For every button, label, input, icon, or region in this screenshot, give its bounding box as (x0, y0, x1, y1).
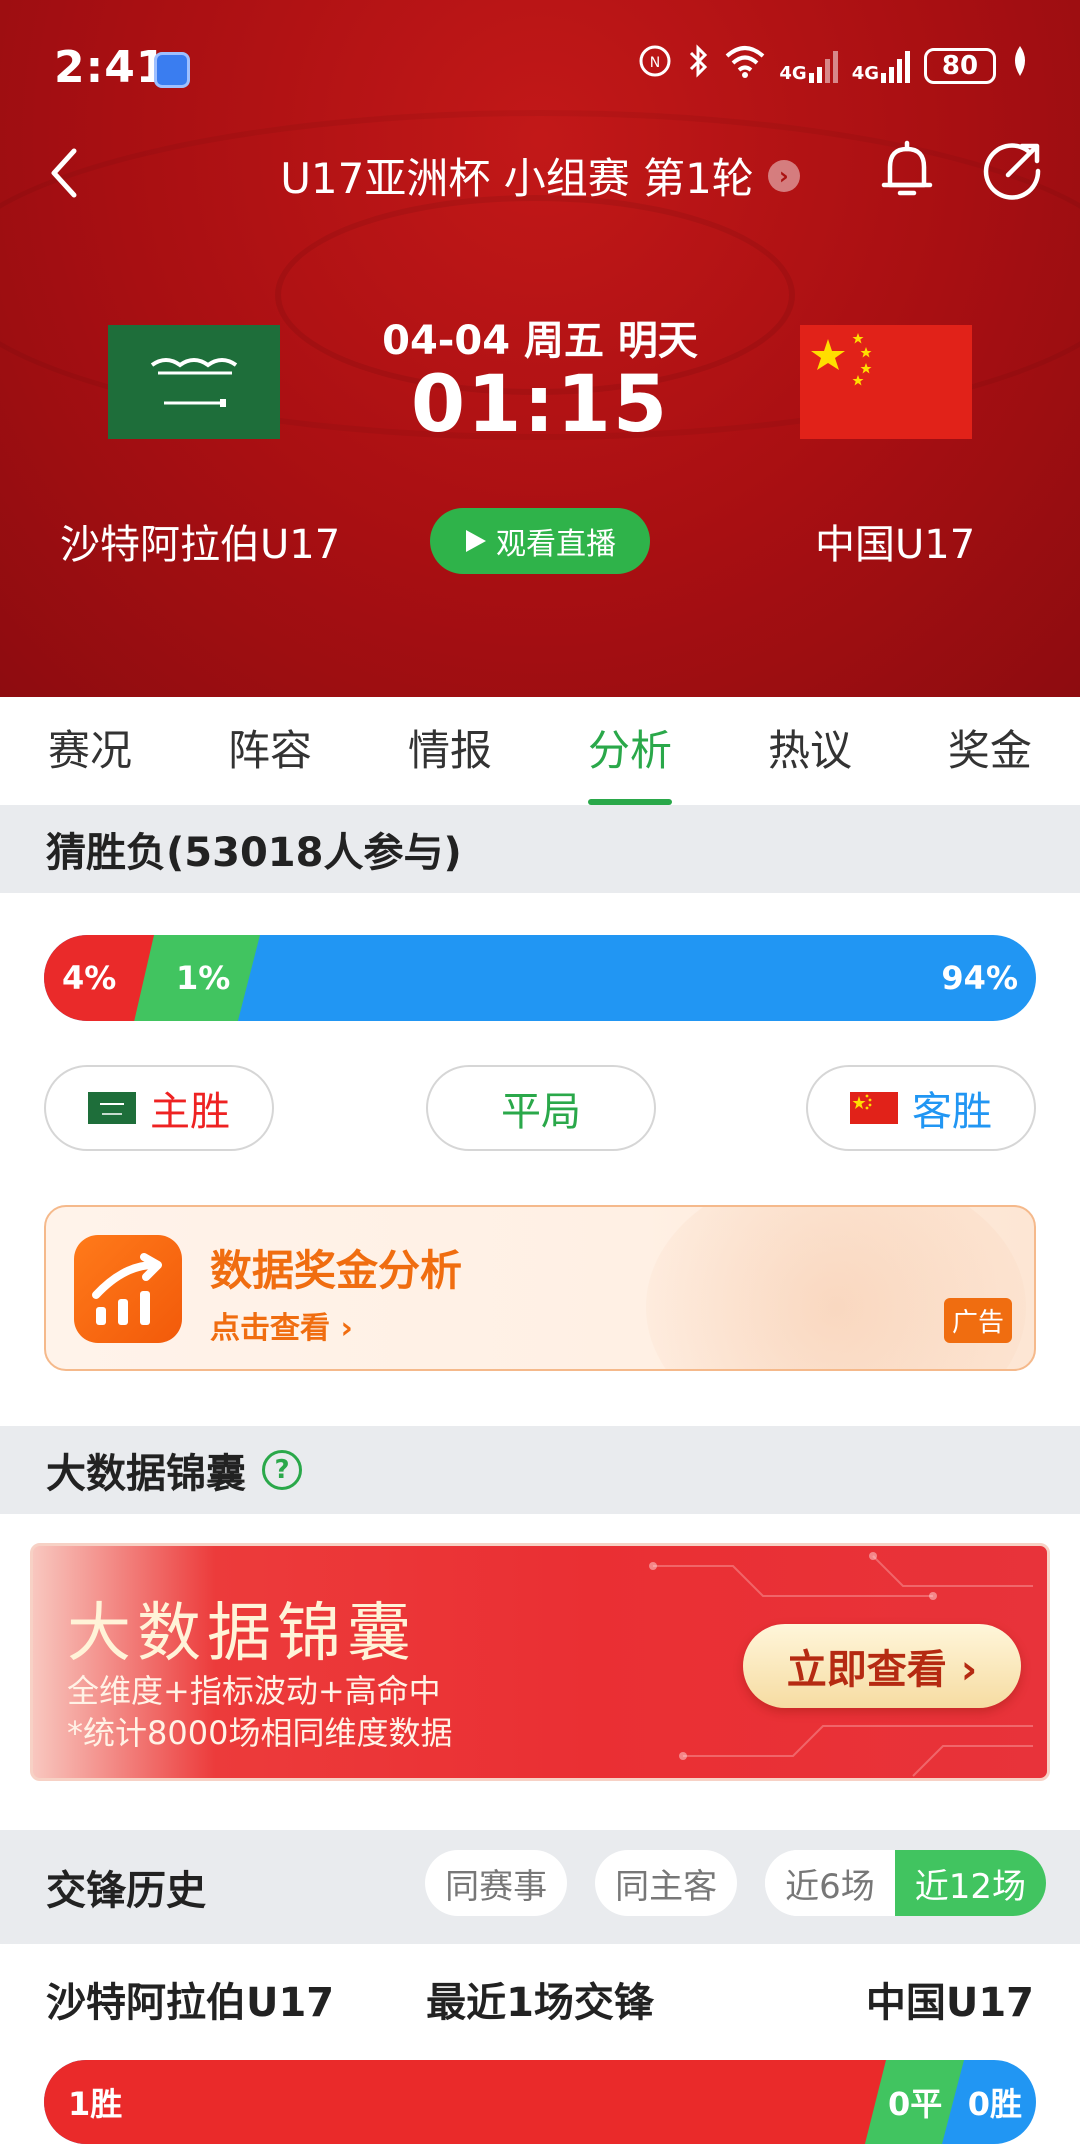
tab-analysis[interactable]: 分析 (587, 697, 672, 805)
leaf-icon (1010, 44, 1030, 89)
tab-live[interactable]: 赛况 (48, 697, 132, 805)
bigdata-title: 大数据锦囊 (46, 1451, 246, 1497)
prediction-bar: 4% 1% 94% (44, 935, 1036, 1021)
bigdata-stat-line: *统计8000场相同维度数据 (67, 1714, 453, 1752)
h2h-header-row: 沙特阿拉伯U17 最近1场交锋 中国U17 (0, 1970, 1080, 2030)
match-header: 2:41 N 4G 4G 80 U17亚洲杯 小组赛 第1轮 › 04-04 周… (0, 0, 1080, 697)
away-win-percent: 94% (941, 959, 1018, 997)
wifi-icon (725, 44, 765, 89)
prediction-section-header: 猜胜负(53018人参与) (0, 805, 1080, 893)
chevron-right-icon: › (767, 159, 800, 192)
ad-badge: 广告 (943, 1298, 1012, 1343)
tab-discussion[interactable]: 热议 (768, 697, 852, 805)
pick-away-win-button[interactable]: 客胜 (806, 1065, 1036, 1151)
h2h-away-wins: 0胜 (967, 2085, 1022, 2123)
svg-text:N: N (650, 55, 660, 71)
share-icon (983, 143, 1041, 200)
chart-trend-icon (74, 1235, 182, 1343)
match-date: 04-04 周五 明天 (382, 318, 698, 364)
signal-2-icon: 4G (852, 49, 910, 83)
view-now-button[interactable]: 立即查看 › (743, 1624, 1021, 1708)
pick-away-label: 客胜 (912, 1089, 992, 1135)
h2h-home-wins: 1胜 (44, 2060, 886, 2144)
filter-same-home-away[interactable]: 同主客 (595, 1850, 738, 1916)
bluetooth-icon (687, 43, 711, 90)
filter-last-12[interactable]: 近12场 (894, 1850, 1046, 1916)
pick-home-win-button[interactable]: 主胜 (44, 1065, 274, 1151)
share-button[interactable] (978, 135, 1048, 205)
nfc-icon: N (637, 43, 673, 90)
china-flag-icon (850, 1092, 898, 1124)
ad-title: 数据奖金分析 (210, 1246, 463, 1295)
nav-bar: U17亚洲杯 小组赛 第1轮 › (0, 135, 1080, 215)
history-title: 交锋历史 (46, 1868, 206, 1914)
notify-button[interactable] (872, 135, 942, 205)
filter-same-event[interactable]: 同赛事 (425, 1850, 568, 1916)
bell-icon (881, 140, 933, 196)
home-team-name[interactable]: 沙特阿拉伯U17 (60, 512, 340, 570)
tab-prize[interactable]: 奖金 (948, 697, 1032, 805)
bigdata-banner-title: 大数据锦囊 (67, 1597, 417, 1671)
status-icons: N 4G 4G 80 (637, 43, 1030, 89)
tab-intel[interactable]: 情报 (408, 697, 492, 805)
prediction-title: 猜胜负(53018人参与) (46, 830, 462, 876)
status-bar: 2:41 N 4G 4G 80 (0, 0, 1080, 135)
h2h-result-bar: 1胜 0平 0胜 (44, 2060, 1036, 2144)
pick-draw-label: 平局 (501, 1089, 581, 1135)
battery-icon: 80 (924, 48, 996, 84)
history-filters: 同赛事 同主客 近6场 近12场 (425, 1850, 1046, 1916)
app-notification-icon (154, 52, 190, 88)
kickoff-time: 01:15 (410, 360, 670, 450)
ad-cta: 点击查看 › (210, 1311, 353, 1346)
history-section-header: 交锋历史 同赛事 同主客 近6场 近12场 (0, 1830, 1080, 1944)
saudi-flag-icon (88, 1092, 136, 1124)
bigdata-section-header: 大数据锦囊 ? (0, 1426, 1080, 1514)
bigdata-feature-line: 全维度+指标波动+高命中 (67, 1672, 441, 1710)
away-team-name[interactable]: 中国U17 (815, 512, 975, 570)
status-time: 2:41 (54, 42, 168, 93)
data-prize-ad[interactable]: 数据奖金分析 点击查看 › 广告 (44, 1205, 1036, 1371)
h2h-away-team: 中国U17 (865, 1980, 1034, 2026)
signal-1-icon: 4G (779, 49, 838, 83)
filter-last-6[interactable]: 近6场 (765, 1850, 895, 1916)
bigdata-banner[interactable]: 大数据锦囊 全维度+指标波动+高命中 *统计8000场相同维度数据 立即查看 › (30, 1543, 1050, 1781)
play-icon (466, 530, 486, 552)
competition-title-text: U17亚洲杯 小组赛 第1轮 (280, 154, 754, 203)
tab-lineup[interactable]: 阵容 (228, 697, 312, 805)
pick-home-label: 主胜 (150, 1089, 230, 1135)
globe-decoration (646, 1207, 1026, 1369)
watch-live-button[interactable]: 观看直播 (430, 508, 650, 574)
help-icon[interactable]: ? (262, 1450, 302, 1490)
match-tabs: 赛况 阵容 情报 分析 热议 奖金 (0, 697, 1080, 805)
pick-draw-button[interactable]: 平局 (426, 1065, 656, 1151)
range-toggle: 近6场 近12场 (765, 1850, 1046, 1916)
watch-live-label: 观看直播 (496, 527, 616, 562)
